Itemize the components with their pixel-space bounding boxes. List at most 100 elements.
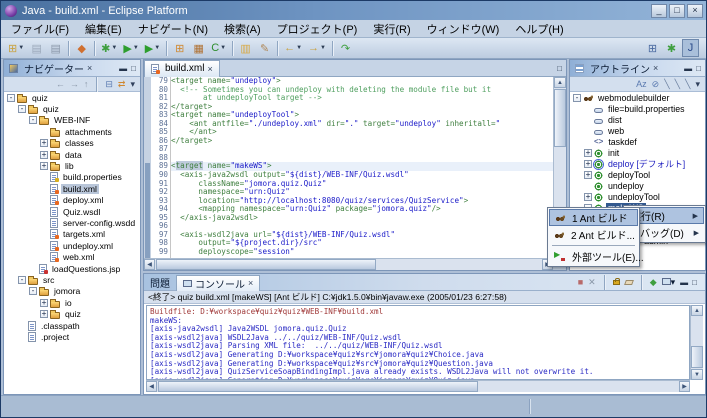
menu-item-ant-build[interactable]: 1 Ant ビルド <box>549 209 638 226</box>
maximize-view-icon[interactable]: □ <box>692 278 697 287</box>
tree-item[interactable]: targets.xml <box>4 229 140 240</box>
tree-item[interactable]: dist <box>570 114 705 125</box>
tree-item[interactable]: +quiz <box>4 308 140 319</box>
run-ant-button[interactable]: ▶▼ <box>143 39 162 57</box>
tree-item[interactable]: .project <box>4 331 140 342</box>
tree-item[interactable]: <>taskdef <box>570 136 705 147</box>
pin-console-button[interactable]: ◆ <box>650 277 657 288</box>
tree-item[interactable]: file=build.properties <box>570 103 705 114</box>
tree-item[interactable]: web.xml <box>4 251 140 262</box>
minimize-view-icon[interactable]: ▬ <box>684 64 692 73</box>
tab-outline[interactable]: アウトライン × <box>570 60 663 76</box>
scroll-right-icon[interactable]: ▶ <box>679 381 690 392</box>
tree-item[interactable]: +lib <box>4 160 140 171</box>
tree-item[interactable]: undeploy.xml <box>4 240 140 251</box>
tree-item[interactable]: build.xml <box>4 183 140 194</box>
close-icon[interactable]: × <box>653 63 658 73</box>
tab-build-xml[interactable]: build.xml × <box>144 60 220 77</box>
sort-icon[interactable]: Az <box>636 79 647 89</box>
java-perspective-button[interactable]: J <box>682 39 699 57</box>
link-editor-icon[interactable]: ⇄ <box>118 79 126 90</box>
scroll-left-icon[interactable]: ◀ <box>144 259 155 270</box>
run-button[interactable]: ▶▼ <box>121 39 140 57</box>
tree-item[interactable]: build.properties <box>4 172 140 183</box>
back-history-icon[interactable]: ← <box>56 79 65 89</box>
expand-icon[interactable]: + <box>40 151 48 159</box>
open-console-button[interactable]: ▾ <box>662 277 676 288</box>
filter-imported-icon[interactable]: ╲ <box>675 79 680 90</box>
tree-item[interactable]: -webmodulebuilder <box>570 92 705 103</box>
remove-launch-button[interactable]: ✕ <box>588 277 596 288</box>
tree-item[interactable]: deploy.xml <box>4 195 140 206</box>
tree-item[interactable]: -quiz <box>4 103 140 114</box>
code-area[interactable]: <target name="undeploy"> <!-- Sometimes … <box>171 77 553 258</box>
close-icon[interactable]: × <box>207 64 212 74</box>
console-vertical-scrollbar[interactable]: ▲ ▼ <box>690 305 703 380</box>
external-tools-perspective-button[interactable]: ✱ <box>663 39 680 57</box>
scrollbar-thumb[interactable] <box>691 346 703 368</box>
open-file-button[interactable]: ▥ <box>237 39 254 57</box>
maximize-view-icon[interactable]: □ <box>131 64 136 73</box>
new-project-button[interactable]: ⊞ <box>171 39 188 57</box>
editor-body[interactable]: 7980818283848586878889909192939495969798… <box>144 77 553 258</box>
tree-item[interactable]: loadQuestions.jsp <box>4 263 140 274</box>
scroll-left-icon[interactable]: ◀ <box>146 381 157 392</box>
forward-button[interactable]: →▼ <box>306 39 328 57</box>
tree-item[interactable]: -quiz <box>4 92 140 103</box>
collapse-icon[interactable]: - <box>18 276 26 284</box>
java-cube-button[interactable]: ◆ <box>73 39 90 57</box>
scroll-up-icon[interactable]: ▲ <box>691 305 703 316</box>
back-button[interactable]: ←▼ <box>282 39 304 57</box>
format-brush-button[interactable]: ✎ <box>256 39 273 57</box>
expand-icon[interactable]: + <box>584 149 592 157</box>
view-menu-icon[interactable]: ▾ <box>130 79 135 90</box>
tree-item[interactable]: +deploy [デフォルト] <box>570 158 705 169</box>
collapse-all-icon[interactable]: ⊟ <box>105 79 113 90</box>
collapse-icon[interactable]: - <box>573 94 581 102</box>
maximize-editor-icon[interactable]: □ <box>557 64 566 73</box>
menubar-item[interactable]: ナビゲート(N) <box>130 20 216 38</box>
expand-icon[interactable]: + <box>584 160 592 168</box>
minimize-button[interactable]: _ <box>651 4 667 18</box>
tree-item[interactable]: web <box>570 125 705 136</box>
editor-horizontal-scrollbar[interactable]: ◀ ▶ <box>144 258 553 270</box>
close-icon[interactable]: × <box>87 63 92 73</box>
expand-icon[interactable]: + <box>40 139 48 147</box>
expand-icon[interactable]: + <box>40 162 48 170</box>
new-class-button[interactable]: C▼ <box>209 39 228 57</box>
collapse-icon[interactable]: - <box>7 94 15 102</box>
scroll-down-icon[interactable]: ▼ <box>691 369 703 380</box>
menubar-item[interactable]: ファイル(F) <box>3 20 77 38</box>
close-button[interactable]: × <box>687 4 703 18</box>
tree-item[interactable]: -src <box>4 274 140 285</box>
new-package-button[interactable]: ▦ <box>190 39 207 57</box>
tree-item[interactable]: -jomora <box>4 286 140 297</box>
menubar-item[interactable]: プロジェクト(P) <box>269 20 366 38</box>
tree-item[interactable]: undeploy <box>570 180 705 191</box>
save-button[interactable]: ▤ <box>28 39 45 57</box>
tree-item[interactable]: Quiz.wsdl <box>4 206 140 217</box>
scrollbar-thumb[interactable] <box>554 89 566 147</box>
expand-icon[interactable]: + <box>40 299 48 307</box>
menu-item-ant-build[interactable]: 外部ツール(E)... <box>549 248 638 265</box>
open-perspective-button[interactable]: ⊞ <box>644 39 661 57</box>
menubar-item[interactable]: ヘルプ(H) <box>507 20 571 38</box>
tree-item[interactable]: -WEB-INF <box>4 115 140 126</box>
maximize-view-icon[interactable]: □ <box>696 64 701 73</box>
up-level-icon[interactable]: ↑ <box>84 79 89 89</box>
expand-icon[interactable]: + <box>40 310 48 318</box>
collapse-icon[interactable]: - <box>18 105 26 113</box>
external-tools-run-button[interactable]: ✱▼ <box>99 39 119 57</box>
filter-tasks-icon[interactable]: ╲ <box>685 79 690 90</box>
tree-item[interactable]: .classpath <box>4 320 140 331</box>
tab-console[interactable]: コンソール× <box>176 275 260 291</box>
scroll-lock-button[interactable] <box>613 277 620 287</box>
clear-console-button[interactable] <box>625 277 633 287</box>
new-wizard-button[interactable]: ⊞▼ <box>6 39 26 57</box>
collapse-icon[interactable]: - <box>29 116 37 124</box>
tab-problems[interactable]: 問題 <box>144 275 176 291</box>
menu-item-ant-build[interactable]: 2 Ant ビルド... <box>549 226 638 243</box>
tree-item[interactable]: +deployTool <box>570 169 705 180</box>
tree-item[interactable]: +data <box>4 149 140 160</box>
tree-item[interactable]: attachments <box>4 126 140 137</box>
